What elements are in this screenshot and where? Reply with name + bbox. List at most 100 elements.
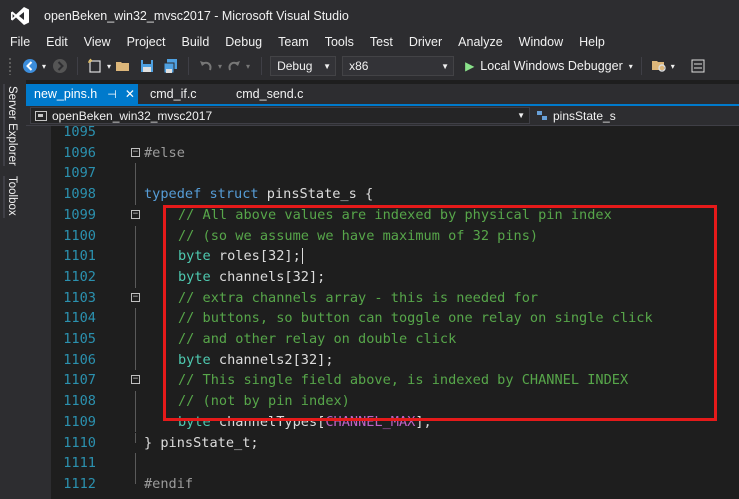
chevron-down-icon: ▼ (323, 61, 332, 71)
menu-test[interactable]: Test (362, 35, 401, 49)
fold-guide (135, 308, 136, 329)
title-bar: openBeken_win32_mvsc2017 - Microsoft Vis… (0, 0, 739, 32)
back-dropdown-icon[interactable]: ▾ (42, 62, 46, 71)
code-token: channels[32]; (210, 268, 326, 285)
server-explorer-tab[interactable]: Server Explorer (6, 86, 18, 166)
line-number: 1110 (63, 434, 96, 451)
code-text: byte channelTypes[CHANNEL_MAX]; (178, 412, 432, 433)
fold-collapse-icon[interactable]: − (131, 375, 140, 385)
keyword-token: typedef (144, 186, 202, 203)
menu-window[interactable]: Window (511, 35, 571, 49)
tab-new-pins-h[interactable]: new_pins.h ⊣ ✕ (26, 84, 138, 104)
line-number: 1103 (63, 289, 96, 306)
menu-tools[interactable]: Tools (317, 35, 362, 49)
code-line: 1096 − #else (26, 143, 739, 164)
code-token: roles[32]; (210, 248, 301, 265)
fold-guide (135, 411, 136, 433)
fold-guide (135, 329, 136, 350)
fold-guide (135, 432, 136, 443)
line-number: 1109 (63, 413, 96, 430)
comment-text: // buttons, so button can toggle one rel… (178, 310, 653, 327)
tab-cmd-send-c[interactable]: cmd_send.c (232, 84, 332, 104)
code-text: #endif (144, 475, 194, 492)
tab-cmd-if-c[interactable]: cmd_if.c (138, 84, 232, 104)
line-number: 1111 (63, 455, 96, 472)
find-in-files-icon[interactable] (650, 57, 668, 75)
macro-token: CHANNEL_MAX (325, 413, 416, 430)
project-icon (35, 110, 47, 121)
menu-bar: File Edit View Project Build Debug Team … (0, 32, 739, 52)
menu-analyze[interactable]: Analyze (450, 35, 510, 49)
fold-collapse-icon[interactable]: − (131, 209, 140, 219)
type-token: byte (178, 413, 211, 430)
pin-icon[interactable]: ⊣ (107, 88, 117, 101)
line-number: 1104 (63, 310, 96, 327)
toolbar-grip[interactable] (8, 57, 12, 75)
toolbar-separator (188, 57, 190, 75)
menu-file[interactable]: File (0, 35, 38, 49)
toolbox-tab[interactable]: Toolbox (6, 176, 18, 216)
tab-label: cmd_send.c (236, 87, 304, 101)
undo-dropdown-icon[interactable]: ▾ (218, 62, 222, 71)
fold-guide (135, 266, 136, 288)
redo-icon[interactable] (225, 57, 243, 75)
save-all-icon[interactable] (162, 57, 180, 75)
undo-icon[interactable] (197, 57, 215, 75)
type-token: byte (178, 351, 211, 368)
line-number: 1108 (63, 393, 96, 410)
fold-guide (135, 184, 136, 205)
code-line: 1108 // (not by pin index) (26, 391, 739, 412)
code-line: 1105 // and other relay on double click (26, 329, 739, 350)
run-label: Local Windows Debugger (480, 59, 623, 73)
side-tool-rail: Server Explorer Toolbox (0, 80, 26, 499)
code-text: #else (144, 144, 185, 161)
line-number: 1099 (63, 206, 96, 223)
open-file-icon[interactable] (114, 57, 132, 75)
back-icon[interactable] (21, 57, 39, 75)
save-icon[interactable] (138, 57, 156, 75)
fold-collapse-icon[interactable]: − (131, 147, 140, 157)
menu-project[interactable]: Project (119, 35, 174, 49)
line-number: 1097 (63, 165, 96, 182)
line-number: 1101 (63, 248, 96, 265)
new-project-icon[interactable] (86, 57, 104, 75)
menu-help[interactable]: Help (571, 35, 613, 49)
comment-text: // (so we assume we have maximum of 32 p… (178, 227, 539, 244)
project-name: openBeken_win32_mvsc2017 (52, 108, 213, 123)
code-line: 1095 (26, 122, 739, 143)
comment-text: // (not by pin index) (178, 393, 350, 410)
fold-guide (135, 473, 136, 484)
fold-guide (135, 391, 136, 412)
code-line: 1103 − // extra channels array - this is… (26, 288, 739, 309)
visual-studio-logo-icon[interactable] (10, 6, 30, 26)
rail-divider (3, 84, 5, 166)
menu-debug[interactable]: Debug (217, 35, 270, 49)
code-text: byte roles[32]; (178, 246, 303, 267)
line-number: 1102 (63, 268, 96, 285)
close-icon[interactable]: ✕ (125, 87, 135, 101)
menu-build[interactable]: Build (173, 35, 217, 49)
forward-icon[interactable] (51, 57, 69, 75)
code-line: 1099 − // All above values are indexed b… (26, 205, 739, 226)
start-debugging-button[interactable]: ▶ Local Windows Debugger ▾ (465, 59, 633, 73)
properties-icon[interactable] (689, 57, 707, 75)
solution-configuration-select[interactable]: Debug ▼ (270, 56, 337, 76)
line-number: 1107 (63, 372, 96, 389)
toolbar-separator (261, 57, 263, 75)
redo-dropdown-icon[interactable]: ▾ (246, 62, 250, 71)
menu-view[interactable]: View (76, 35, 119, 49)
line-number: 1112 (63, 475, 96, 492)
play-icon: ▶ (465, 59, 475, 73)
find-dropdown-icon[interactable]: ▾ (671, 62, 675, 71)
new-dropdown-icon[interactable]: ▾ (107, 62, 111, 71)
menu-driver[interactable]: Driver (401, 35, 450, 49)
fold-collapse-icon[interactable]: − (131, 292, 140, 302)
keyword-token: struct (209, 186, 259, 203)
menu-edit[interactable]: Edit (38, 35, 76, 49)
solution-platform-select[interactable]: x86 ▼ (342, 56, 455, 76)
code-text: byte channels[32]; (178, 267, 325, 288)
menu-team[interactable]: Team (270, 35, 317, 49)
code-token: channelTypes[ (210, 413, 326, 430)
text-caret (301, 248, 303, 265)
code-editor[interactable]: 1095 1096 − #else 1097 1098 typedef stru… (26, 124, 739, 499)
